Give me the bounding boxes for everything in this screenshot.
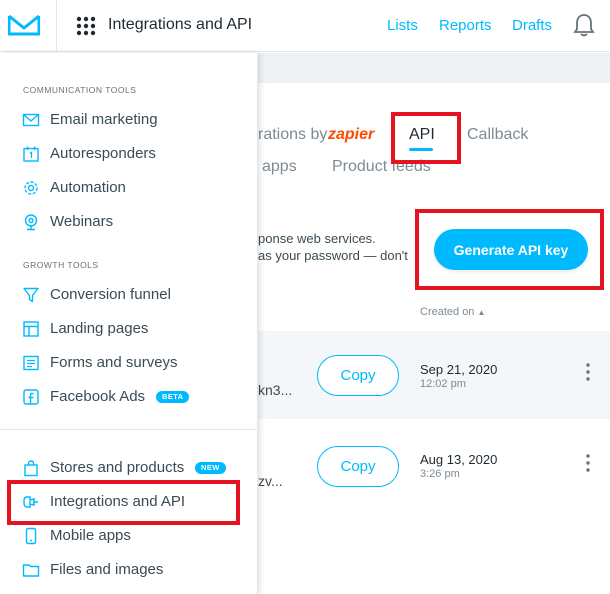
menu-divider <box>0 429 258 430</box>
page-title: Integrations and API <box>108 16 253 33</box>
menu-item-label: Stores and products <box>50 459 185 476</box>
sort-asc-icon: ▲ <box>477 308 486 317</box>
api-key-fragment: zv... <box>258 473 283 489</box>
menu-item-webinars[interactable]: Webinars <box>20 210 252 234</box>
menu-item-label: Mobile apps <box>50 527 131 544</box>
beta-badge: BETA <box>156 391 190 403</box>
form-icon <box>23 355 39 371</box>
created-time: 3:26 pm <box>420 468 460 480</box>
menu-item-facebook-ads[interactable]: Facebook Ads BETA <box>20 385 252 409</box>
more-options-icon[interactable] <box>586 363 590 381</box>
zapier-logo: zapier <box>328 126 375 143</box>
funnel-icon <box>23 287 39 303</box>
menu-item-label: Email marketing <box>50 111 158 128</box>
phone-icon <box>25 527 37 545</box>
highlight-integrations-menu-item <box>7 480 240 525</box>
menu-item-mobile-apps[interactable]: Mobile apps <box>20 524 252 548</box>
brand-logo-icon[interactable] <box>8 14 40 36</box>
copy-button[interactable]: Copy <box>317 355 399 396</box>
nav-lists[interactable]: Lists <box>387 17 418 34</box>
menu-item-label: Files and images <box>50 561 164 578</box>
gear-icon <box>24 181 38 195</box>
created-time: 12:02 pm <box>420 378 466 390</box>
api-description-line1: ponse web services. <box>258 231 376 246</box>
tab-apps[interactable]: apps <box>262 158 297 176</box>
section-header-growth: GROWTH TOOLS <box>23 260 99 270</box>
menu-item-label: Facebook Ads <box>50 388 146 405</box>
menu-item-label: Forms and surveys <box>50 354 178 371</box>
created-date: Sep 21, 2020 <box>420 362 498 377</box>
calendar-icon <box>23 146 39 162</box>
highlight-api-tab <box>391 112 461 164</box>
tab-integrations[interactable]: rations by <box>258 126 327 144</box>
created-on-header[interactable]: Created on ▲ <box>420 306 485 318</box>
menu-item-forms-and-surveys[interactable]: Forms and surveys <box>20 351 252 375</box>
highlight-generate-button <box>415 209 604 290</box>
menu-item-conversion-funnel[interactable]: Conversion funnel <box>20 283 252 307</box>
menu-item-stores-and-products[interactable]: Stores and products NEW <box>20 456 252 480</box>
menu-item-automation[interactable]: Automation <box>20 176 252 200</box>
mail-icon <box>22 113 40 127</box>
nav-reports[interactable]: Reports <box>439 17 492 34</box>
layout-icon <box>23 321 39 337</box>
menu-item-email-marketing[interactable]: Email marketing <box>20 108 252 132</box>
apps-grid-icon[interactable] <box>76 16 96 36</box>
menu-item-landing-pages[interactable]: Landing pages <box>20 317 252 341</box>
topbar-divider <box>56 0 57 52</box>
api-description-line2: as your password — don't <box>258 248 408 263</box>
section-header-communication: COMMUNICATION TOOLS <box>23 85 137 95</box>
bag-icon <box>24 460 38 477</box>
menu-item-label: Landing pages <box>50 320 149 337</box>
created-on-label: Created on <box>420 306 475 318</box>
webcam-icon <box>24 214 38 231</box>
menu-item-label: Conversion funnel <box>50 286 171 303</box>
api-key-fragment: kn3... <box>258 382 293 398</box>
menu-item-label: Webinars <box>50 213 114 230</box>
menu-item-files-and-images[interactable]: Files and images <box>20 558 252 582</box>
menu-item-autoresponders[interactable]: Autoresponders <box>20 142 252 166</box>
nav-drafts[interactable]: Drafts <box>512 17 552 34</box>
menu-item-label: Automation <box>50 179 126 196</box>
new-badge: NEW <box>195 462 226 474</box>
created-date: Aug 13, 2020 <box>420 452 498 467</box>
folder-icon <box>22 564 40 577</box>
top-bar: Integrations and API Lists Reports Draft… <box>0 0 610 52</box>
notification-bell-icon[interactable] <box>573 13 595 37</box>
more-options-icon[interactable] <box>586 454 590 472</box>
content-header-strip <box>258 53 610 83</box>
menu-item-label: Autoresponders <box>50 145 156 162</box>
tab-callback[interactable]: Callback <box>467 126 528 144</box>
copy-button[interactable]: Copy <box>317 446 399 487</box>
facebook-icon <box>23 389 39 405</box>
